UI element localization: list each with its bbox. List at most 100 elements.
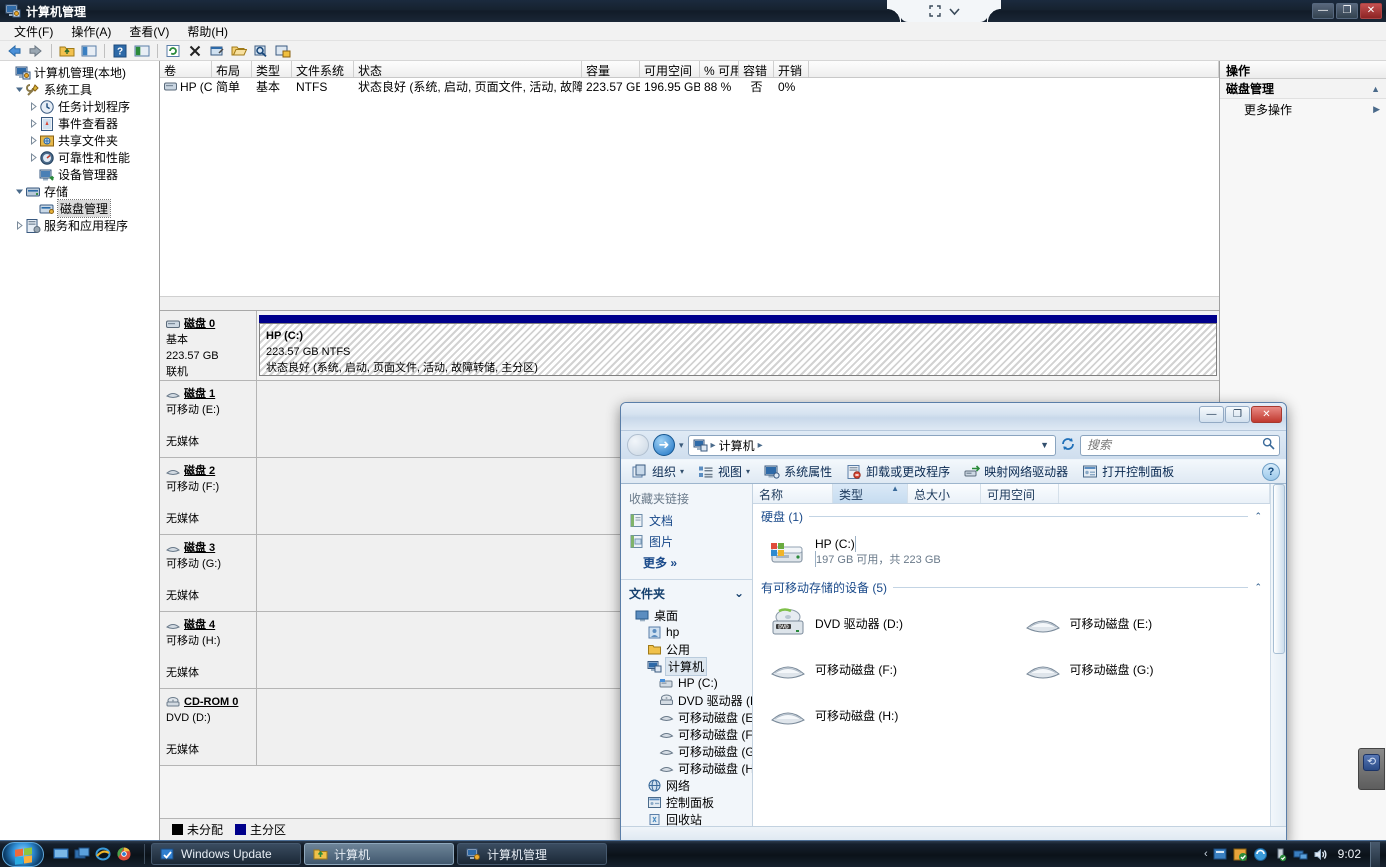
folder-node-hp-c[interactable]: HP (C:) <box>621 675 752 692</box>
taskbar-button-windows-update[interactable]: Windows Update <box>151 843 301 865</box>
breadcrumb-separator[interactable]: ▸ <box>758 440 763 451</box>
disk-row[interactable]: 磁盘 0 基本 223.57 GB 联机 HP (C:) 223.57 GB N… <box>160 311 1219 381</box>
col-free-space[interactable]: 可用空间 <box>981 484 1059 503</box>
col-capacity[interactable]: 容量 <box>582 61 640 77</box>
col-filesystem[interactable]: 文件系统 <box>292 61 354 77</box>
help-icon[interactable]: ? <box>1262 462 1280 481</box>
twisty-expanded[interactable] <box>14 84 25 95</box>
tray-network-icon[interactable] <box>1293 847 1308 862</box>
volume-list[interactable]: 卷 布局 类型 文件系统 状态 容量 可用空间 % 可用 容错 开销 HP (C… <box>160 61 1219 311</box>
twisty-expanded[interactable] <box>14 186 25 197</box>
views-button[interactable]: 视图 ▾ <box>693 461 755 482</box>
chevron-down-icon[interactable] <box>948 5 961 18</box>
col-overhead[interactable]: 开销 <box>774 61 809 77</box>
show-desktop-button[interactable] <box>1370 841 1380 867</box>
taskbar-button-computer-management[interactable]: 计算机管理 <box>457 843 607 865</box>
col-type[interactable]: 类型 ▲ <box>833 484 908 503</box>
folder-node-control-panel[interactable]: 控制面板 <box>621 794 752 811</box>
breadcrumb-item-computer[interactable]: 计算机 <box>719 437 755 454</box>
explorer-titlebar[interactable]: — ❐ ✕ <box>621 403 1286 431</box>
actions-group-disk-management[interactable]: 磁盘管理 ▲ <box>1220 79 1386 99</box>
back-icon[interactable] <box>4 42 24 60</box>
cm-tabstrip[interactable] <box>887 0 1001 22</box>
twisty-collapsed[interactable] <box>28 118 39 129</box>
cm-tree-pane[interactable]: 计算机管理(本地) 系统工具 任务计划程序 事件查看器 共享文件夹 可靠性和性能… <box>0 61 160 840</box>
tray-volume-icon[interactable] <box>1313 847 1328 862</box>
twisty-collapsed[interactable] <box>28 152 39 163</box>
list-item[interactable]: 可移动磁盘 (G:) <box>1016 646 1271 692</box>
tray-sync-icon[interactable] <box>1253 847 1268 862</box>
folder-node-removable-e[interactable]: 可移动磁盘 (E:) <box>621 709 752 726</box>
folder-node-removable-g[interactable]: 可移动磁盘 (G:) <box>621 743 752 760</box>
explorer-window-buttons[interactable]: — ❐ ✕ <box>1199 406 1282 423</box>
action-more-actions[interactable]: 更多操作 ▶ <box>1220 99 1386 119</box>
windows-start-orb[interactable] <box>2 841 44 867</box>
show-action-pane-icon[interactable] <box>132 42 152 60</box>
properties-icon[interactable] <box>207 42 227 60</box>
tray-app-icon[interactable] <box>1213 847 1228 862</box>
folder-node-hp[interactable]: hp <box>621 624 752 641</box>
favorite-pictures[interactable]: 图片 <box>621 531 752 552</box>
google-chrome-icon[interactable] <box>116 846 132 862</box>
tree-node-reliability-performance[interactable]: 可靠性和性能 <box>0 149 159 166</box>
open-control-panel-button[interactable]: 打开控制面板 <box>1077 461 1179 482</box>
folder-node-removable-h[interactable]: 可移动磁盘 (H:) <box>621 760 752 777</box>
create-vhd-icon[interactable] <box>273 42 293 60</box>
recent-pages-dropdown-icon[interactable]: ▾ <box>679 440 684 451</box>
open-folder-icon[interactable] <box>229 42 249 60</box>
address-bar[interactable]: ▸ 计算机 ▸ ▼ <box>687 434 1056 456</box>
folders-header[interactable]: 文件夹 ⌄ <box>621 580 752 607</box>
chevron-down-icon[interactable]: ▾ <box>680 467 684 476</box>
map-network-drive-button[interactable]: 映射网络驱动器 <box>959 461 1073 482</box>
tree-node-system-tools[interactable]: 系统工具 <box>0 81 159 98</box>
tray-security-icon[interactable] <box>1233 847 1248 862</box>
address-dropdown-icon[interactable]: ▼ <box>1040 440 1051 450</box>
tree-node-storage[interactable]: 存储 <box>0 183 159 200</box>
switch-windows-icon[interactable] <box>74 846 90 862</box>
twisty-collapsed[interactable] <box>28 135 39 146</box>
maximize-button[interactable]: ❐ <box>1225 406 1250 423</box>
col-fault-tolerance[interactable]: 容错 <box>739 61 774 77</box>
list-item[interactable]: 可移动磁盘 (E:) <box>1016 600 1271 646</box>
favorites-more-link[interactable]: 更多 » <box>621 552 752 573</box>
refresh-icon[interactable] <box>1060 436 1076 454</box>
tree-node-shared-folders[interactable]: 共享文件夹 <box>0 132 159 149</box>
fullscreen-icon[interactable] <box>928 4 942 18</box>
col-pct-free[interactable]: % 可用 <box>700 61 739 77</box>
folder-node-network[interactable]: 网络 <box>621 777 752 794</box>
menu-help[interactable]: 帮助(H) <box>179 21 236 42</box>
tree-node-services-applications[interactable]: 服务和应用程序 <box>0 217 159 234</box>
cm-titlebar[interactable]: 计算机管理 — ❐ ✕ <box>0 0 1386 22</box>
forward-icon[interactable] <box>26 42 46 60</box>
twisty-collapsed[interactable] <box>28 101 39 112</box>
sync-gadget[interactable]: ⟲ <box>1358 748 1385 790</box>
chevron-up-icon[interactable]: ▲ <box>1371 84 1380 94</box>
folder-node-recycle-bin[interactable]: 回收站 <box>621 811 752 826</box>
tree-node-event-viewer[interactable]: 事件查看器 <box>0 115 159 132</box>
search-icon[interactable] <box>1262 437 1275 453</box>
col-total-size[interactable]: 总大小 <box>908 484 981 503</box>
tree-node-task-scheduler[interactable]: 任务计划程序 <box>0 98 159 115</box>
sync-gadget-icon[interactable]: ⟲ <box>1363 754 1380 771</box>
internet-explorer-icon[interactable] <box>95 846 111 862</box>
up-folder-icon[interactable] <box>57 42 77 60</box>
show-desktop-icon[interactable] <box>53 846 69 862</box>
tray-usb-icon[interactable] <box>1273 847 1288 862</box>
system-properties-button[interactable]: 系统属性 <box>759 461 837 482</box>
col-status[interactable]: 状态 <box>354 61 582 77</box>
search-box[interactable] <box>1080 434 1280 456</box>
close-button[interactable]: ✕ <box>1360 3 1382 19</box>
list-item[interactable]: 可移动磁盘 (F:) <box>761 646 1016 692</box>
menu-action[interactable]: 操作(A) <box>63 21 119 42</box>
tree-node-computer-management[interactable]: 计算机管理(本地) <box>0 64 159 81</box>
partition-block[interactable]: HP (C:) 223.57 GB NTFS 状态良好 (系统, 启动, 页面文… <box>259 315 1217 376</box>
forward-button[interactable]: ➜ <box>653 434 675 456</box>
chevron-left-icon[interactable]: ‹ <box>1204 848 1208 860</box>
explorer-vertical-scrollbar[interactable] <box>1270 484 1286 826</box>
back-button[interactable] <box>627 434 649 456</box>
taskbar-button-computer[interactable]: 计算机 <box>304 843 454 865</box>
close-button[interactable]: ✕ <box>1251 406 1282 423</box>
minimize-button[interactable]: — <box>1199 406 1224 423</box>
show-hide-tree-icon[interactable] <box>79 42 99 60</box>
organize-button[interactable]: 组织 ▾ <box>627 461 689 482</box>
